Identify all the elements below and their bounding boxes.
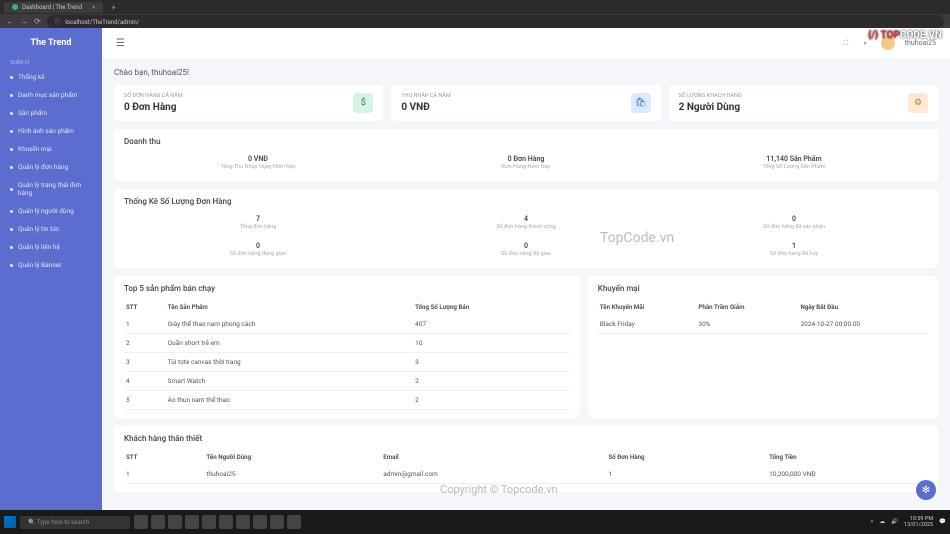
- app-logo[interactable]: The Trend: [0, 28, 102, 56]
- taskbar-app-icon[interactable]: [287, 515, 301, 529]
- url-text: localhost/TheTrend/admin/: [65, 19, 139, 26]
- tab-favicon: [12, 4, 18, 10]
- hamburger-icon[interactable]: ☰: [116, 38, 125, 49]
- card-title: Doanh thu: [124, 137, 928, 146]
- table-row: 3Túi tote canvas thời trang3: [124, 353, 570, 372]
- forward-button[interactable]: →: [20, 17, 28, 26]
- taskbar-app-icon[interactable]: [151, 515, 165, 529]
- stat-label: SỐ LƯỢNG KHÁCH HÀNG: [679, 93, 742, 99]
- stat-label: THU NHẬP CẢ NĂM: [401, 93, 450, 99]
- url-input[interactable]: ⓘ localhost/TheTrend/admin/: [47, 15, 944, 28]
- top-products-card: Top 5 sản phẩm bán chạy STT Tên Sản Phẩm…: [114, 276, 580, 418]
- loyal-table: STT Tên Người Dùng Email Số Đơn Hàng Tổn…: [124, 449, 928, 484]
- lock-icon: ⓘ: [55, 19, 61, 26]
- bag-icon: 🛍: [631, 93, 651, 113]
- topbar: ☰ ⛶ ◐ thuhoai25: [102, 28, 950, 58]
- tray-icon[interactable]: ˄: [870, 519, 873, 525]
- sidebar-item-stats[interactable]: Thống kê: [0, 68, 102, 86]
- notification-icon[interactable]: 💬: [939, 519, 946, 525]
- loyal-customers-card: Khách hàng thân thiết STT Tên Người Dùng…: [114, 426, 938, 492]
- table-row: 1thuhoai25admin@gmail.com110,200,000 VNĐ: [124, 465, 928, 484]
- menu-dot-icon: [10, 246, 13, 249]
- taskbar-app-icon[interactable]: [134, 515, 148, 529]
- greeting: Chào bạn, thuhoai25!: [114, 68, 938, 77]
- table-row: Black Friday30%2024-10-27 00:00:00: [598, 315, 928, 334]
- tab-close-icon[interactable]: ×: [92, 4, 95, 11]
- menu-dot-icon: [10, 112, 13, 115]
- sidebar-item-news[interactable]: Quản lý tin tức: [0, 220, 102, 238]
- menu-dot-icon: [10, 228, 13, 231]
- menu-dot-icon: [10, 166, 13, 169]
- sidebar-item-products[interactable]: Sản phẩm: [0, 104, 102, 122]
- gear-icon: ⚙: [908, 93, 928, 113]
- new-tab-button[interactable]: +: [111, 3, 116, 12]
- taskbar: 🔍 Type here to search ˄ ☁ 🔊 10:59 PM 13/…: [0, 510, 950, 534]
- tray-icon[interactable]: ☁: [880, 519, 886, 525]
- table-row: 4Smart Watch2: [124, 372, 570, 391]
- sidebar-item-product-images[interactable]: Hình ảnh sản phẩm: [0, 122, 102, 140]
- card-title: Khách hàng thân thiết: [124, 434, 928, 443]
- fullscreen-icon[interactable]: ⛶: [841, 38, 851, 48]
- menu-dot-icon: [10, 188, 13, 191]
- taskbar-apps: [134, 515, 301, 529]
- promo-table: Tên Khuyến Mãi Phần Trăm Giảm Ngày Bắt Đ…: [598, 299, 928, 334]
- menu-dot-icon: [10, 264, 13, 267]
- table-row: 5Áo thun nam thể thao2: [124, 391, 570, 410]
- chat-icon: ✻: [922, 485, 930, 496]
- stat-label: SỐ ĐƠN HÀNG CẢ NĂM: [124, 93, 183, 99]
- table-row: 1Giày thể thao nam phong cách407: [124, 315, 570, 334]
- taskbar-app-icon[interactable]: [202, 515, 216, 529]
- start-button[interactable]: [4, 516, 16, 528]
- table-row: 2Quần short trẻ em10: [124, 334, 570, 353]
- watermark-logo: {/} TOPCODE.VN: [868, 30, 942, 41]
- order-stats-card: Thống Kê Số Lượng Đơn Hàng 7Tổng đơn hàn…: [114, 189, 938, 268]
- content: Chào bạn, thuhoai25! SỐ ĐƠN HÀNG CẢ NĂM …: [102, 58, 950, 510]
- taskbar-app-icon[interactable]: [219, 515, 233, 529]
- menu-dot-icon: [10, 94, 13, 97]
- reload-button[interactable]: ⟳: [34, 17, 41, 26]
- sidebar-item-orders[interactable]: Quản lý đơn hàng: [0, 158, 102, 176]
- sidebar: The Trend QUẢN LÝ Thống kê Danh mục sản …: [0, 28, 102, 510]
- main: ☰ ⛶ ◐ thuhoai25 Chào bạn, thuhoai25! SỐ …: [102, 28, 950, 510]
- stat-value: 0 VNĐ: [401, 102, 450, 113]
- stat-value: 2 Người Dùng: [679, 102, 742, 113]
- card-title: Top 5 sản phẩm bán chạy: [124, 284, 570, 293]
- sidebar-item-promo[interactable]: Khuyến mại: [0, 140, 102, 158]
- stat-card-customers: SỐ LƯỢNG KHÁCH HÀNG 2 Người Dùng ⚙: [669, 85, 938, 121]
- sidebar-item-users[interactable]: Quản lý người dùng: [0, 202, 102, 220]
- taskbar-search[interactable]: 🔍 Type here to search: [20, 516, 130, 529]
- chat-fab[interactable]: ✻: [916, 480, 936, 500]
- menu-dot-icon: [10, 210, 13, 213]
- promo-card: Khuyến mại Tên Khuyến Mãi Phần Trăm Giảm…: [588, 276, 938, 418]
- browser-tab-bar: Dashboard | The Trend × +: [0, 0, 950, 14]
- taskbar-app-icon[interactable]: [236, 515, 250, 529]
- stat-card-income: THU NHẬP CẢ NĂM 0 VNĐ 🛍: [391, 85, 660, 121]
- menu-dot-icon: [10, 148, 13, 151]
- card-title: Khuyến mại: [598, 284, 928, 293]
- tab-title: Dashboard | The Trend: [22, 4, 82, 11]
- address-bar: ← → ⟳ ⓘ localhost/TheTrend/admin/: [0, 14, 950, 28]
- sidebar-item-banner[interactable]: Quản lý Banner: [0, 256, 102, 274]
- taskbar-app-icon[interactable]: [168, 515, 182, 529]
- taskbar-app-icon[interactable]: [270, 515, 284, 529]
- stat-cards-row: SỐ ĐƠN HÀNG CẢ NĂM 0 Đơn Hàng $ THU NHẬP…: [114, 85, 938, 121]
- sidebar-item-order-status[interactable]: Quản lý trạng thái đơn hàng: [0, 176, 102, 202]
- sidebar-item-categories[interactable]: Danh mục sản phẩm: [0, 86, 102, 104]
- menu-section-label: QUẢN LÝ: [0, 56, 102, 68]
- stat-value: 0 Đơn Hàng: [124, 102, 183, 113]
- back-button[interactable]: ←: [6, 17, 14, 26]
- sidebar-item-contacts[interactable]: Quản lý liên hệ: [0, 238, 102, 256]
- menu-dot-icon: [10, 130, 13, 133]
- menu-dot-icon: [10, 76, 13, 79]
- dollar-icon: $: [353, 93, 373, 113]
- top-products-table: STT Tên Sản Phẩm Tổng Số Lượng Bán 1Giày…: [124, 299, 570, 410]
- stat-card-orders: SỐ ĐƠN HÀNG CẢ NĂM 0 Đơn Hàng $: [114, 85, 383, 121]
- tray-icon[interactable]: 🔊: [891, 519, 898, 525]
- browser-tab[interactable]: Dashboard | The Trend ×: [4, 2, 103, 13]
- taskbar-app-icon[interactable]: [253, 515, 267, 529]
- card-title: Thống Kê Số Lượng Đơn Hàng: [124, 197, 928, 206]
- taskbar-app-icon[interactable]: [185, 515, 199, 529]
- revenue-card: Doanh thu 0 VNĐTổng Thu Nhập Ngày Hôm Na…: [114, 129, 938, 181]
- clock[interactable]: 10:59 PM 13/01/2025: [904, 516, 933, 528]
